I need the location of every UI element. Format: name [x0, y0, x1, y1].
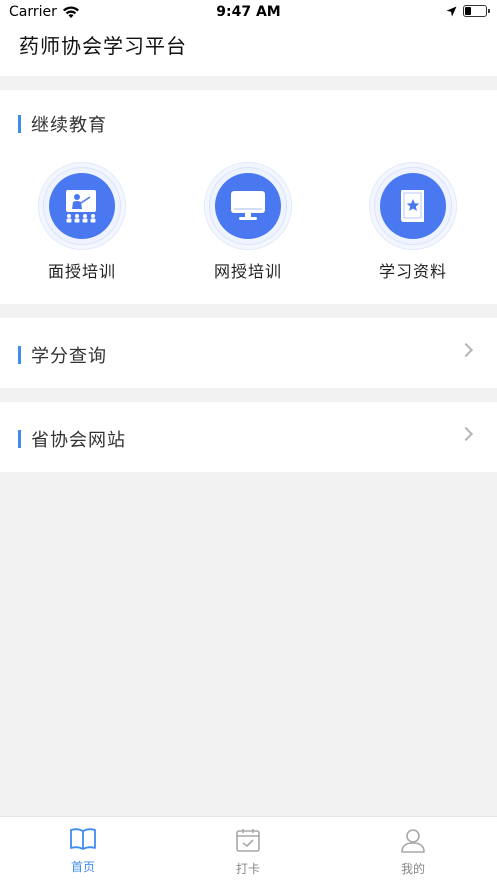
education-section-title: 继续教育	[18, 111, 107, 137]
tab-home-label: 首页	[70, 860, 95, 874]
online-training-button[interactable]: 网授培训	[198, 162, 298, 282]
association-site-row[interactable]: 省协会网站	[0, 402, 497, 472]
education-section: 继续教育 面授培训 网授培训 学习资料	[0, 90, 497, 304]
icon-circle	[49, 173, 115, 239]
credit-query-title: 学分查询	[18, 342, 107, 368]
icon-circle	[215, 173, 281, 239]
icon-halo	[204, 162, 292, 250]
study-materials-label: 学习资料	[378, 262, 447, 281]
location-arrow-icon	[446, 6, 457, 16]
tab-profile-label: 我的	[400, 862, 425, 876]
face-training-button[interactable]: 面授培训	[32, 162, 132, 282]
icon-halo	[369, 162, 457, 250]
tab-profile[interactable]: 我的	[373, 827, 453, 877]
star-book-icon	[401, 190, 424, 222]
study-materials-button[interactable]: 学习资料	[363, 162, 463, 282]
icon-halo-ring	[209, 167, 287, 245]
association-site-title: 省协会网站	[18, 426, 126, 452]
online-training-label: 网授培训	[213, 262, 282, 281]
tab-home[interactable]: 首页	[43, 827, 123, 875]
user-icon	[401, 829, 425, 853]
book-icon	[70, 828, 96, 850]
tab-checkin[interactable]: 打卡	[208, 827, 288, 877]
monitor-icon	[231, 191, 265, 220]
section-accent-bar	[18, 115, 21, 133]
credit-query-text: 学分查询	[31, 346, 107, 367]
chevron-right-icon	[458, 342, 474, 358]
credit-query-row[interactable]: 学分查询	[0, 318, 497, 388]
status-bar: Carrier 9:47 AM	[0, 0, 497, 26]
icon-halo	[38, 162, 126, 250]
status-indicators	[446, 5, 490, 17]
clock: 9:47 AM	[216, 4, 281, 20]
icon-halo-ring	[374, 167, 452, 245]
tab-checkin-label: 打卡	[235, 862, 260, 876]
face-training-label: 面授培训	[47, 262, 116, 281]
association-site-text: 省协会网站	[31, 430, 126, 451]
battery-icon	[463, 5, 490, 17]
section-accent-bar	[18, 430, 21, 448]
icon-halo-ring	[43, 167, 121, 245]
chevron-right-icon	[458, 426, 474, 442]
icon-circle	[380, 173, 446, 239]
tab-bar: 首页 打卡 我的	[0, 816, 497, 883]
education-title-text: 继续教育	[31, 115, 107, 136]
page-title: 药师协会学习平台	[19, 34, 187, 58]
section-accent-bar	[18, 346, 21, 364]
classroom-teacher-icon	[66, 190, 96, 223]
app-header: 药师协会学习平台	[0, 26, 497, 76]
calendar-check-icon	[236, 829, 260, 852]
